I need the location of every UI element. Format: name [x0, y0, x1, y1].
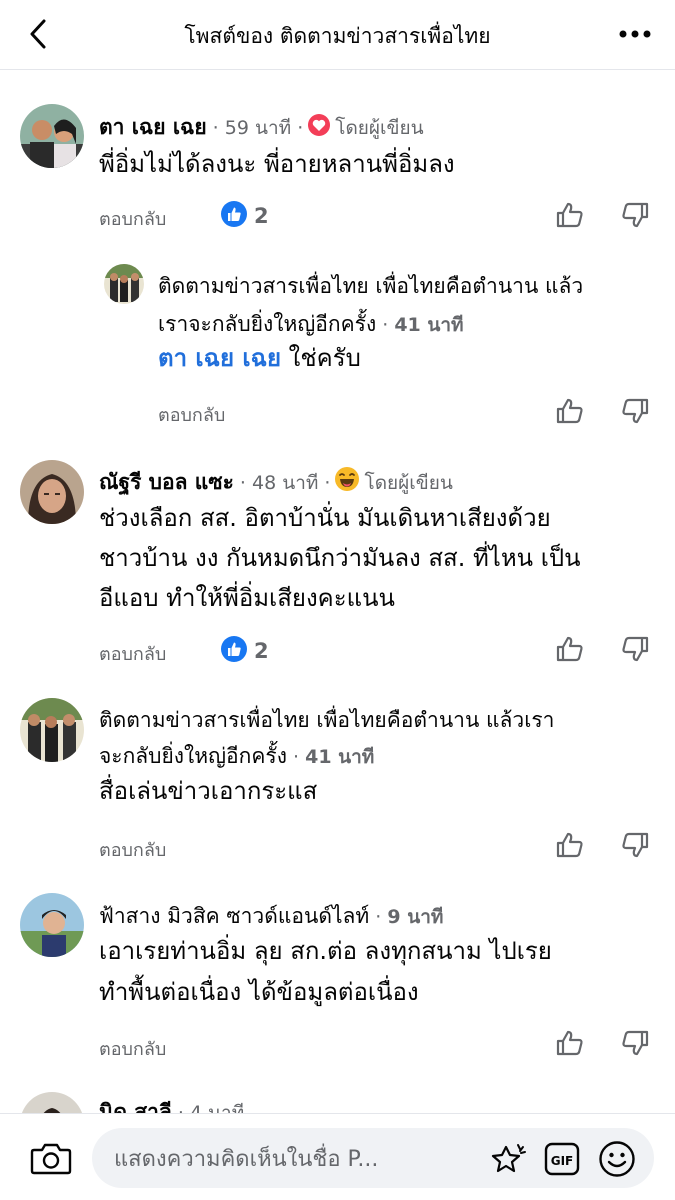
- thumbs-up-icon[interactable]: [555, 634, 585, 664]
- comment-text: สื่อเล่นข่าวเอากระแส: [99, 777, 318, 805]
- thumbs-up-icon[interactable]: [555, 1028, 585, 1058]
- comment-text-line: อีแอบ ทำให้พี่อิ่มเสียงคะแนน: [99, 584, 395, 612]
- author-badge: โดยผู้เขียน: [364, 472, 453, 494]
- avatar[interactable]: [20, 893, 84, 957]
- author-name-cont[interactable]: เราจะกลับยิ่งใหญ่อีกครั้ง: [158, 312, 376, 336]
- gif-icon[interactable]: GIF: [544, 1141, 580, 1177]
- thumbs-up-icon[interactable]: [555, 396, 585, 426]
- thumbs-down-icon[interactable]: [620, 396, 650, 426]
- mention-link[interactable]: ตา เฉย เฉย: [158, 344, 281, 372]
- comment-text-line: ชาวบ้าน งง กันหมดนึกว่ามันลง สส. ที่ไหน …: [99, 544, 581, 572]
- reaction-summary[interactable]: 2: [220, 635, 269, 667]
- back-icon[interactable]: [22, 16, 58, 52]
- comment-text-line: เอาเรยท่านอิ่ม ลุย สก.ต่อ ลงทุกสนาม ไปเร…: [99, 937, 552, 965]
- top-nav-bar: โพสต์ของ ติดตามข่าวสารเพื่อไทย: [0, 0, 675, 70]
- author-name[interactable]: ณัฐรี บอล แซะ: [99, 470, 234, 494]
- laugh-emoji-icon: [334, 466, 360, 497]
- comment-text-body: ใช่ครับ: [288, 344, 361, 372]
- comment-author-line2: จะกลับยิ่งใหญ่อีกครั้ง · 41 นาที: [99, 744, 375, 768]
- comment-input[interactable]: [112, 1128, 466, 1190]
- comment-author[interactable]: ตา เฉย เฉย · 59 นาที · โดยผู้เขียน: [99, 111, 424, 144]
- thumbs-down-icon[interactable]: [620, 634, 650, 664]
- emoji-icon[interactable]: [598, 1140, 636, 1178]
- author-badge: โดยผู้เขียน: [335, 117, 424, 139]
- comment-time: 59 นาที: [224, 117, 292, 139]
- thumbs-down-icon[interactable]: [620, 830, 650, 860]
- reply-button[interactable]: ตอบกลับ: [99, 835, 166, 864]
- comment-text-line: ช่วงเลือก สส. อิตาบ้านั่น มันเดินหาเสียง…: [99, 504, 551, 532]
- reaction-count: 2: [254, 639, 269, 663]
- comment-time: 48 นาที: [251, 472, 319, 494]
- reaction-count: 2: [254, 204, 269, 228]
- comment-time: 41 นาที: [394, 314, 464, 336]
- thumbs-down-icon[interactable]: [620, 200, 650, 230]
- like-icon: [220, 635, 248, 667]
- author-name[interactable]: ตา เฉย เฉย: [99, 115, 207, 139]
- avatar[interactable]: [20, 104, 84, 168]
- comment-author[interactable]: ฟ้าสาง มิวสิค ซาวด์แอนด์ไลท์ · 9 นาที: [99, 900, 443, 933]
- camera-icon[interactable]: [30, 1139, 72, 1177]
- heart-icon: [307, 113, 331, 142]
- reaction-summary[interactable]: 2: [220, 200, 269, 232]
- comment-author-line2: เราจะกลับยิ่งใหญ่อีกครั้ง · 41 นาที: [158, 312, 464, 336]
- author-name[interactable]: ติดตามข่าวสารเพื่อไทย เพื่อไทยคือตำนาน แ…: [99, 704, 554, 737]
- thumbs-up-icon[interactable]: [555, 830, 585, 860]
- comment-composer-bar: GIF: [0, 1113, 675, 1200]
- comment-time: 41 นาที: [305, 746, 375, 768]
- reply-button[interactable]: ตอบกลับ: [99, 639, 166, 668]
- comment-author[interactable]: ณัฐรี บอล แซะ · 48 นาที · โดยผู้เขียน: [99, 466, 453, 499]
- author-name[interactable]: ติดตามข่าวสารเพื่อไทย เพื่อไทยคือตำนาน แ…: [158, 270, 583, 303]
- comment-text: ตา เฉย เฉย ใช่ครับ: [158, 338, 361, 378]
- comment-composer[interactable]: GIF: [92, 1128, 654, 1190]
- reply-button[interactable]: ตอบกลับ: [99, 1034, 166, 1063]
- avatar[interactable]: [104, 264, 144, 304]
- page-title: โพสต์ของ ติดตามข่าวสารเพื่อไทย: [184, 24, 491, 48]
- thumbs-up-icon[interactable]: [555, 200, 585, 230]
- thumbs-down-icon[interactable]: [620, 1028, 650, 1058]
- more-icon[interactable]: [617, 22, 653, 46]
- comment-author[interactable]: ติดตามข่าวสารเพื่อไทย เพื่อไทยคือตำนาน แ…: [158, 270, 583, 303]
- like-icon: [220, 200, 248, 232]
- reply-button[interactable]: ตอบกลับ: [99, 204, 166, 233]
- author-name[interactable]: ฟ้าสาง มิวสิค ซาวด์แอนด์ไลท์: [99, 904, 369, 928]
- comment-text: พี่อิ่มไม่ได้ลงนะ พี่อายหลานพี่อิ่มลง: [99, 150, 455, 178]
- comment-author[interactable]: ติดตามข่าวสารเพื่อไทย เพื่อไทยคือตำนาน แ…: [99, 704, 554, 737]
- avatar[interactable]: [20, 460, 84, 524]
- comment-text-line: ทำพื้นต่อเนื่อง ได้ข้อมูลต่อเนื่อง: [99, 978, 419, 1006]
- avatar[interactable]: [20, 698, 84, 762]
- svg-text:GIF: GIF: [551, 1154, 574, 1168]
- comment-time: 9 นาที: [387, 906, 444, 928]
- sticker-icon[interactable]: [488, 1141, 528, 1177]
- reply-button[interactable]: ตอบกลับ: [158, 400, 225, 429]
- author-name-cont[interactable]: จะกลับยิ่งใหญ่อีกครั้ง: [99, 744, 287, 768]
